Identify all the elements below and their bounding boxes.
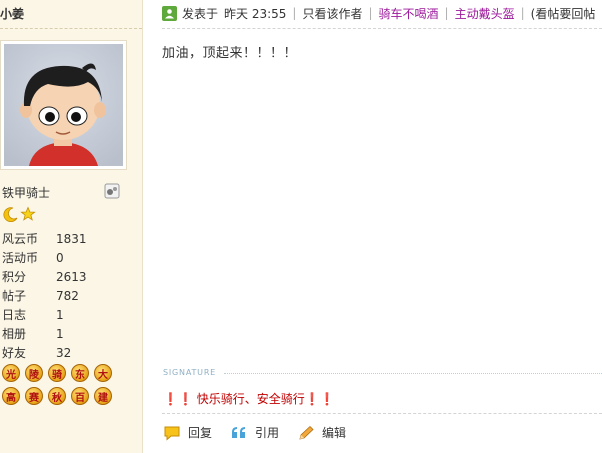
- signature-text: ❗❗ 快乐骑行、安全骑行❗❗: [163, 392, 335, 406]
- edit-label: 编辑: [322, 426, 347, 440]
- medal-icon[interactable]: 百: [71, 387, 89, 405]
- author-stats: 风云币 1831 活动币 0 积分 2613 帖子 782 日志 1 相册 1 好友 32: [2, 229, 87, 362]
- quote-icon: [232, 426, 246, 438]
- stat-label: 好友: [2, 346, 27, 360]
- medal-icon[interactable]: 陵: [25, 364, 43, 382]
- stat-value: 32: [56, 345, 72, 360]
- author-username[interactable]: 小姜: [0, 5, 24, 22]
- avatar-image: [4, 44, 123, 166]
- only-author-link[interactable]: 只看该作者: [302, 5, 362, 22]
- online-status-icon: [162, 5, 177, 21]
- divider: [162, 413, 602, 414]
- edit-button[interactable]: 编辑: [297, 424, 346, 441]
- stat-row[interactable]: 相册 1: [2, 324, 87, 343]
- post-actions: 回复 引用 编辑: [163, 424, 364, 441]
- author-rank-title: 铁甲骑士: [2, 186, 51, 200]
- moon-icon: [3, 207, 18, 222]
- stat-value: 0: [56, 250, 64, 265]
- stat-label: 相册: [2, 327, 27, 341]
- stat-row[interactable]: 积分 2613: [2, 267, 87, 286]
- medal-icon[interactable]: 建: [94, 387, 112, 405]
- post-content: 加油，顶起来！！！！: [162, 46, 298, 61]
- divider: [0, 28, 142, 29]
- level-stars: [3, 206, 36, 222]
- stat-row[interactable]: 帖子 782: [2, 286, 87, 305]
- reply-icon: [164, 426, 180, 441]
- medal-icon[interactable]: 骑: [48, 364, 66, 382]
- medal-list: 光 陵 骑 东 大 高 赛 秋 百 建: [2, 364, 127, 405]
- divider: [162, 28, 602, 29]
- signature-divider: [224, 373, 602, 374]
- tag-link[interactable]: 主动戴头盔: [455, 5, 515, 22]
- posted-time: 昨天 23:55: [224, 6, 287, 21]
- stat-label: 风云币: [2, 232, 39, 246]
- star-icon: [20, 206, 36, 221]
- header-separator: |: [368, 6, 373, 20]
- reply-label: 回复: [188, 426, 213, 440]
- stat-value: 1: [56, 326, 64, 341]
- header-separator: |: [520, 6, 525, 20]
- stat-label: 活动币: [2, 251, 39, 265]
- signature-label: SIGNATURE: [163, 368, 217, 377]
- stat-label: 帖子: [2, 289, 27, 303]
- medal-icon[interactable]: 秋: [48, 387, 66, 405]
- header-separator: |: [292, 6, 297, 20]
- avatar[interactable]: [0, 40, 127, 170]
- medal-icon[interactable]: 赛: [25, 387, 43, 405]
- medal-icon[interactable]: 东: [71, 364, 89, 382]
- stat-row[interactable]: 好友 32: [2, 343, 87, 362]
- medal-icon[interactable]: 高: [2, 387, 20, 405]
- quote-label: 引用: [255, 426, 280, 440]
- stat-value: 1: [56, 307, 64, 322]
- quote-button[interactable]: 引用: [230, 424, 279, 441]
- stat-label: 日志: [2, 308, 27, 322]
- stat-value: 1831: [56, 231, 87, 246]
- stat-row[interactable]: 日志 1: [2, 305, 87, 324]
- stat-label: 积分: [2, 270, 27, 284]
- medal-icon[interactable]: 大: [94, 364, 112, 382]
- stat-value: 2613: [56, 269, 87, 284]
- pencil-icon: [299, 425, 314, 440]
- posted-label: 发表于: [182, 6, 219, 21]
- medal-icon[interactable]: 光: [2, 364, 20, 382]
- post-header: 发表于 昨天 23:55 | 只看该作者 | 骑车不喝酒 | 主动戴头盔 | (…: [162, 5, 595, 21]
- header-separator: |: [444, 6, 449, 20]
- tag-link[interactable]: 骑车不喝酒: [379, 5, 439, 22]
- stat-value: 782: [56, 288, 79, 303]
- stat-row[interactable]: 活动币 0: [2, 248, 87, 267]
- author-sidebar: 小姜 铁甲骑士 风云币 1831 活动币 0 积分 2613 帖子 782 日志…: [0, 0, 143, 453]
- stat-row[interactable]: 风云币 1831: [2, 229, 87, 248]
- reply-button[interactable]: 回复: [163, 424, 212, 441]
- reply-hint: (看帖要回帖: [530, 6, 596, 21]
- rank-icon: [104, 183, 120, 199]
